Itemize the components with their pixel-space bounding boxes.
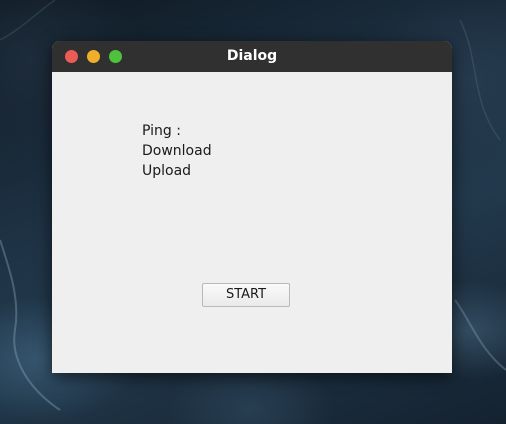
dialog-window: Dialog Ping : Download Upload START xyxy=(52,41,452,373)
window-title: Dialog xyxy=(226,48,278,64)
dialog-content: Ping : Download Upload START xyxy=(52,72,452,373)
download-label: Download xyxy=(142,143,212,159)
title-bar[interactable]: Dialog xyxy=(52,41,452,72)
start-button[interactable]: START xyxy=(202,283,290,307)
ping-label: Ping : xyxy=(142,123,181,139)
upload-label: Upload xyxy=(142,163,192,179)
